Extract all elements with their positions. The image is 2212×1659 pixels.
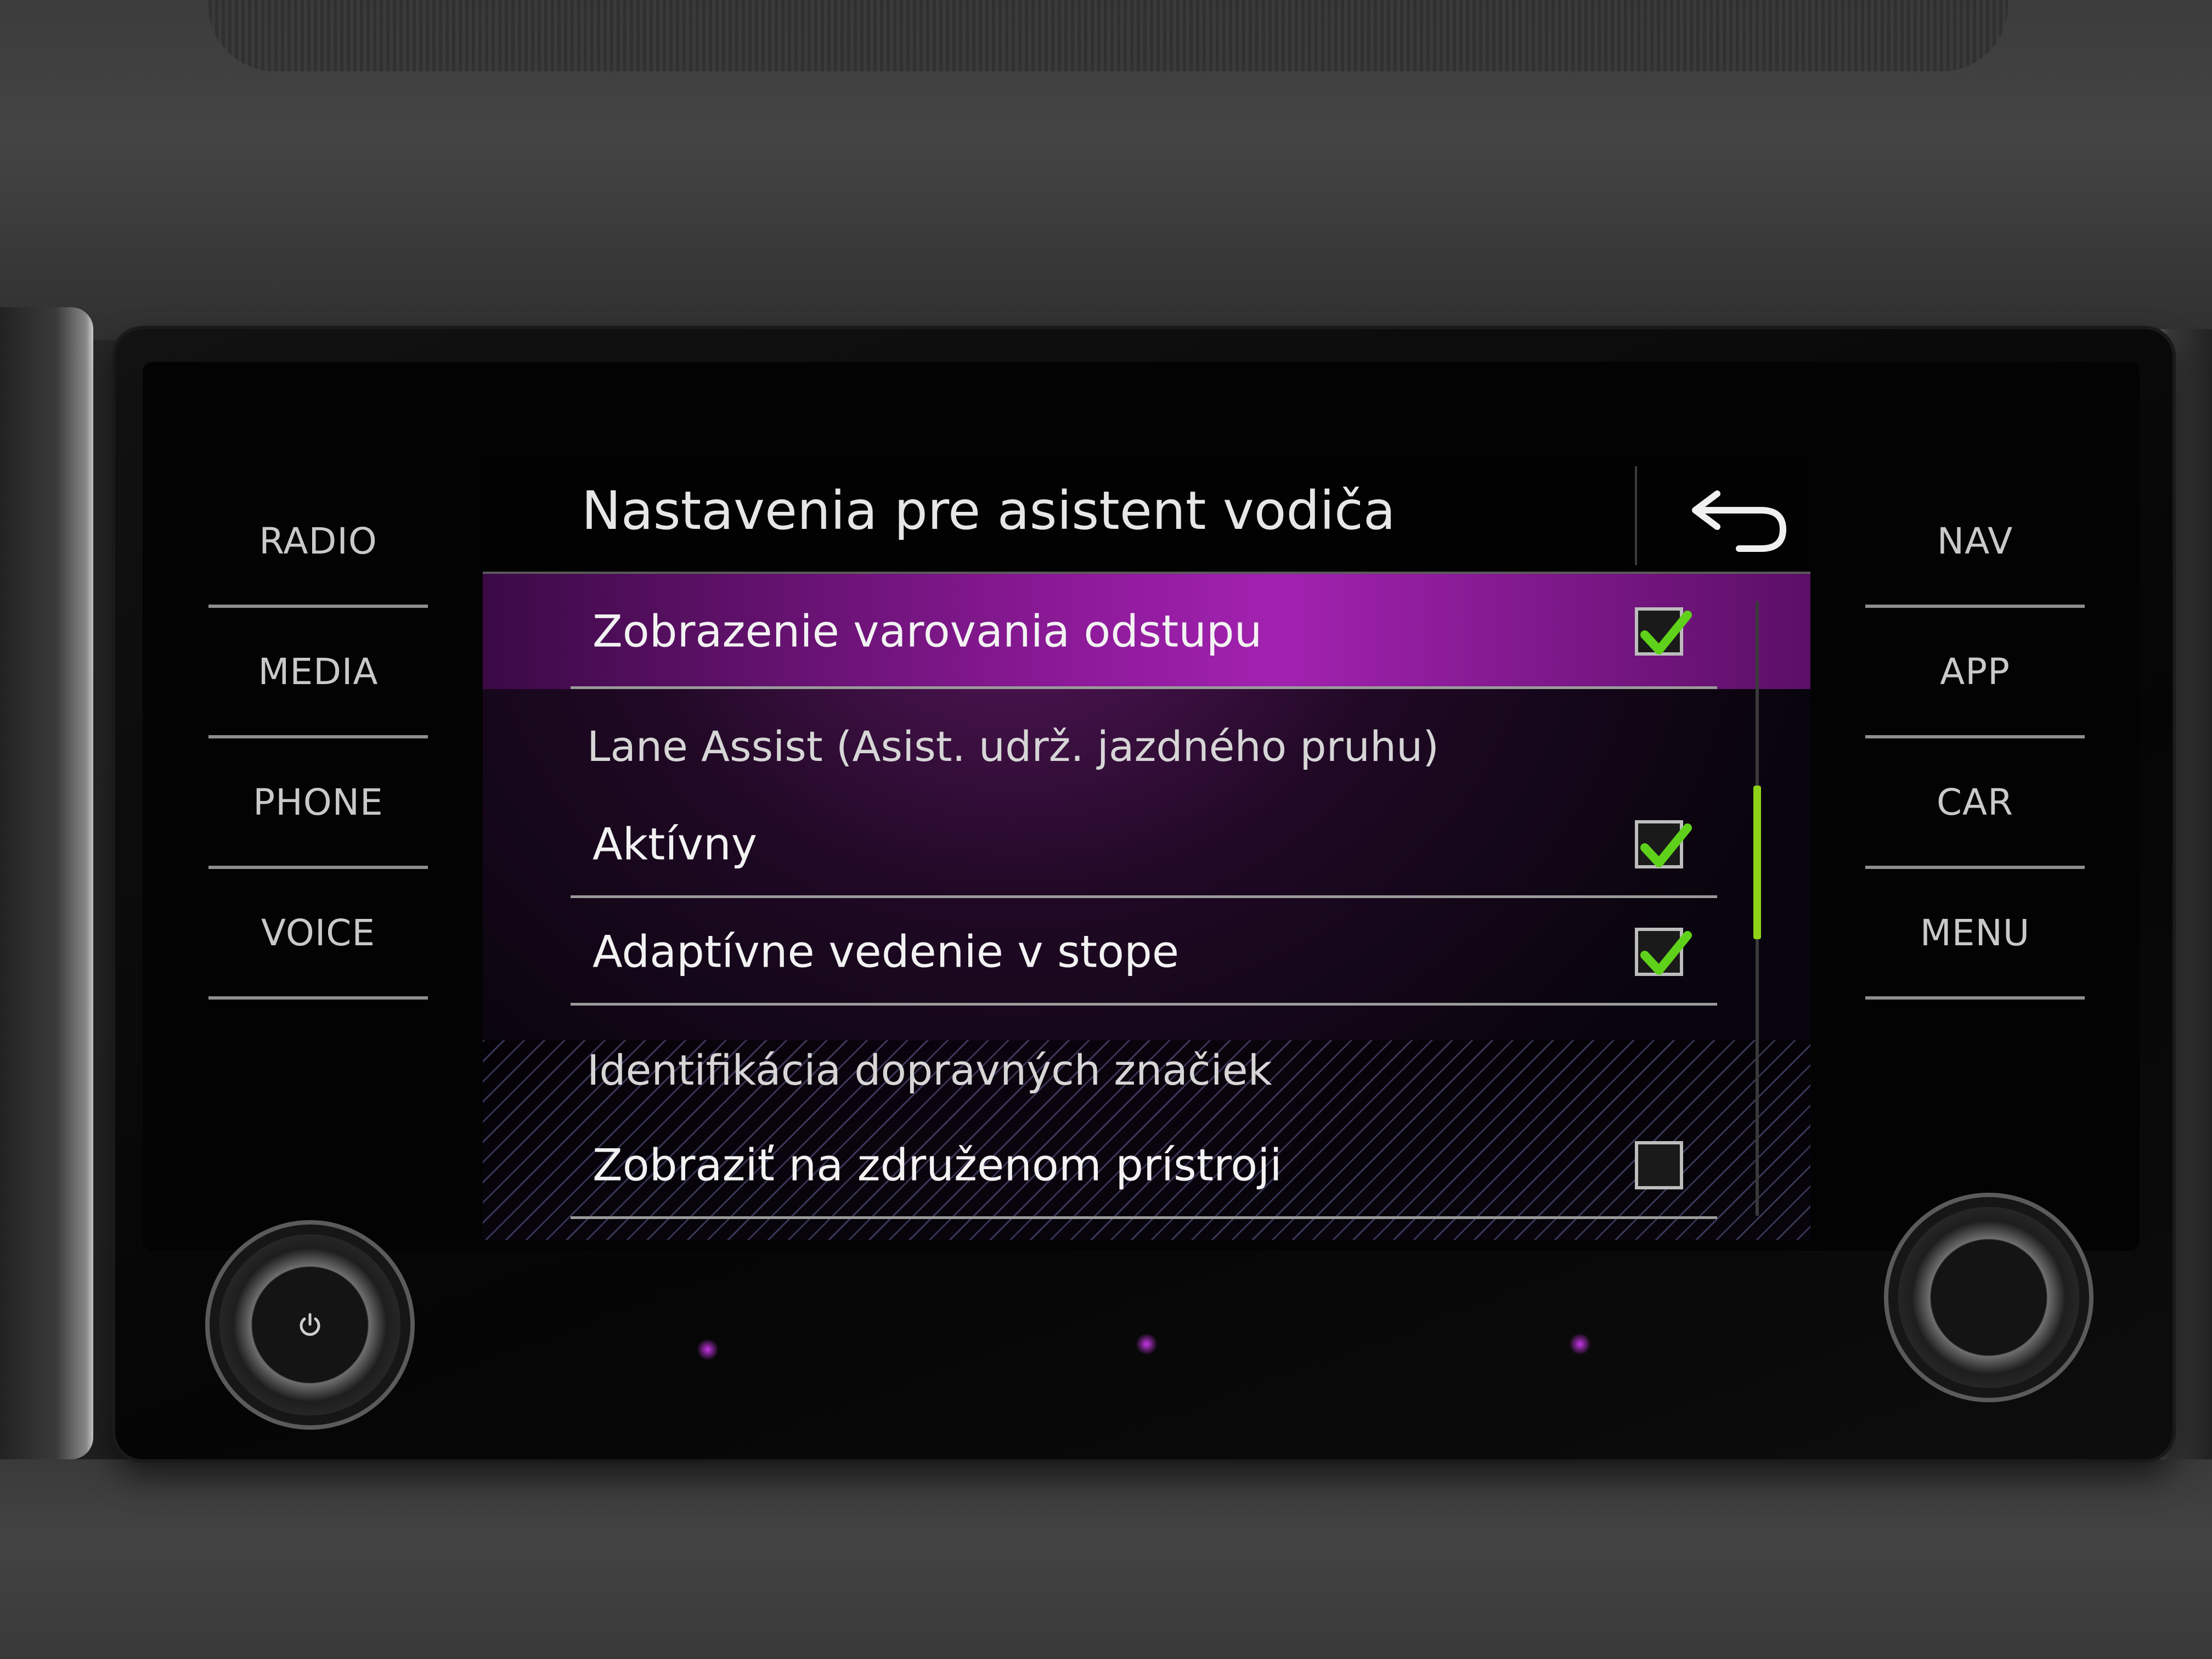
row-divider bbox=[571, 1216, 1717, 1219]
voice-button[interactable]: VOICE bbox=[208, 869, 428, 1000]
row-divider bbox=[571, 686, 1717, 689]
menu-knob[interactable] bbox=[1898, 1207, 2079, 1388]
list-item-label: Zobraziť na združenom prístroji bbox=[592, 1139, 1282, 1191]
checkmark-icon bbox=[1640, 931, 1692, 975]
power-icon bbox=[300, 1313, 320, 1336]
page-title: Nastavenia pre asistent vodiča bbox=[582, 480, 1396, 541]
touch-screen: Nastavenia pre asistent vodiča Zobrazeni… bbox=[483, 455, 1810, 1240]
settings-list: Zobrazenie varovania odstupu Lane Assist… bbox=[483, 574, 1810, 1240]
back-arrow-icon bbox=[1692, 490, 1787, 552]
app-button[interactable]: APP bbox=[1865, 608, 2085, 738]
right-hard-keys: NAV APP CAR MENU bbox=[1865, 477, 2085, 1000]
distance-warning-checkbox[interactable] bbox=[1635, 607, 1692, 656]
active-checkbox[interactable] bbox=[1635, 820, 1692, 868]
phone-button[interactable]: PHONE bbox=[208, 738, 428, 869]
scrollbar-track[interactable] bbox=[1753, 601, 1761, 1216]
list-item-label: Aktívny bbox=[592, 819, 758, 870]
ambient-light bbox=[1569, 1333, 1591, 1355]
screen-header: Nastavenia pre asistent vodiča bbox=[483, 455, 1810, 573]
list-item-label: Zobrazenie varovania odstupu bbox=[592, 606, 1262, 657]
section-header-traffic-signs: Identifikácia dopravných značiek bbox=[587, 1046, 1272, 1094]
checkmark-icon bbox=[1640, 823, 1692, 867]
ambient-light bbox=[1136, 1333, 1158, 1355]
back-button[interactable] bbox=[1679, 472, 1799, 565]
media-button[interactable]: MEDIA bbox=[208, 608, 428, 738]
header-divider bbox=[1635, 466, 1637, 565]
left-air-vent bbox=[0, 307, 93, 1459]
car-button[interactable]: CAR bbox=[1865, 738, 2085, 869]
radio-button[interactable]: RADIO bbox=[208, 477, 428, 608]
scrollbar-thumb[interactable] bbox=[1753, 786, 1761, 939]
checkmark-icon bbox=[1640, 611, 1692, 654]
ambient-light bbox=[697, 1339, 719, 1361]
list-item-adaptive-lane-guidance[interactable]: Adaptívne vedenie v stope bbox=[571, 898, 1734, 1006]
list-item-show-on-cluster[interactable]: Zobraziť na združenom prístroji bbox=[571, 1111, 1734, 1219]
section-header-lane-assist: Lane Assist (Asist. udrž. jazdného pruhu… bbox=[587, 722, 1439, 771]
row-divider bbox=[571, 1003, 1717, 1006]
list-item-distance-warning[interactable]: Zobrazenie varovania odstupu bbox=[571, 574, 1734, 689]
show-on-cluster-checkbox[interactable] bbox=[1635, 1141, 1683, 1189]
list-item-label: Adaptívne vedenie v stope bbox=[592, 926, 1180, 978]
menu-button[interactable]: MENU bbox=[1865, 869, 2085, 1000]
list-item-active[interactable]: Aktívny bbox=[571, 791, 1734, 898]
volume-power-knob[interactable] bbox=[219, 1234, 400, 1415]
nav-button[interactable]: NAV bbox=[1865, 477, 2085, 608]
defroster-vent bbox=[208, 0, 2008, 71]
dashboard-bottom bbox=[0, 1459, 2212, 1659]
adaptive-lane-guidance-checkbox[interactable] bbox=[1635, 928, 1692, 976]
left-hard-keys: RADIO MEDIA PHONE VOICE bbox=[208, 477, 428, 1000]
